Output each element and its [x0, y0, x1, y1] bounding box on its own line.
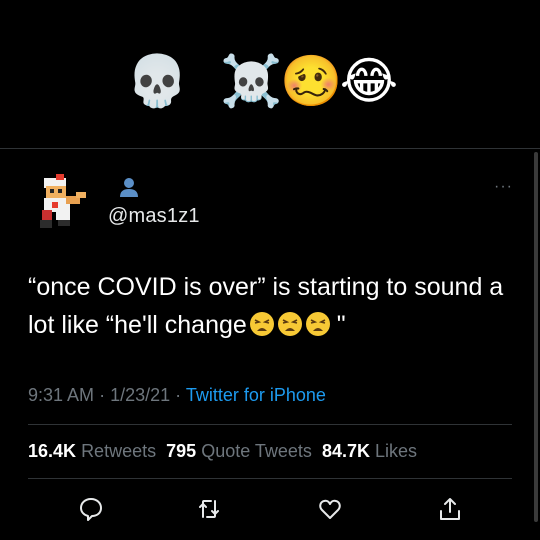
like-icon[interactable] — [317, 496, 343, 522]
avatar[interactable] — [36, 172, 96, 234]
reply-icon[interactable] — [78, 496, 104, 522]
retweets-stat[interactable]: 16.4K Retweets — [28, 441, 156, 461]
retweets-label: Retweets — [81, 441, 157, 461]
tweet-text: “once COVID is over” is starting to soun… — [28, 268, 518, 344]
more-options-icon[interactable]: ··· — [494, 178, 513, 196]
skull-crossbones-emoji-icon: ☠️ — [220, 52, 283, 110]
weary-face-icon — [305, 312, 330, 336]
tears-of-joy-emoji-icon: 😂 — [339, 52, 399, 110]
user-icon — [118, 176, 140, 198]
likes-label: Likes — [375, 441, 418, 461]
likes-count: 84.7K — [321, 441, 370, 461]
share-icon[interactable] — [437, 496, 463, 522]
tweet-time: 9:31 AM — [28, 385, 95, 405]
quote-tweets-label: Quote Tweets — [201, 441, 312, 461]
weary-face-icon — [249, 312, 274, 336]
tweet-text-end: " — [336, 311, 346, 339]
user-handle[interactable]: @mas1z1 — [108, 205, 200, 228]
tweet-date: 1/23/21 — [110, 385, 171, 405]
quote-tweets-count: 795 — [166, 441, 197, 461]
meta-separator: · — [175, 385, 182, 405]
tweet-meta: 9:31 AM · 1/23/21 · Twitter for iPhone — [28, 385, 326, 406]
meta-separator: · — [99, 385, 106, 405]
top-divider — [0, 148, 540, 149]
skull-emoji-icon: 💀 — [126, 52, 189, 110]
tweet-source-link[interactable]: Twitter for iPhone — [186, 385, 326, 405]
likes-stat[interactable]: 84.7K Likes — [322, 441, 417, 461]
quote-tweets-stat[interactable]: 795 Quote Tweets — [166, 441, 312, 461]
retweets-count: 16.4K — [28, 441, 77, 461]
stats-divider-bottom — [28, 478, 512, 479]
stats-divider-top — [28, 424, 512, 425]
weary-face-icon — [277, 312, 302, 336]
retweet-icon[interactable] — [196, 496, 222, 522]
scrollbar[interactable] — [534, 152, 538, 522]
tweet-stats: 16.4K Retweets 795 Quote Tweets 84.7K Li… — [28, 441, 417, 462]
emoji-caption: 💀 ☠️ 🥴 😂 — [0, 50, 540, 114]
woozy-face-emoji-icon: 🥴 — [280, 52, 343, 110]
